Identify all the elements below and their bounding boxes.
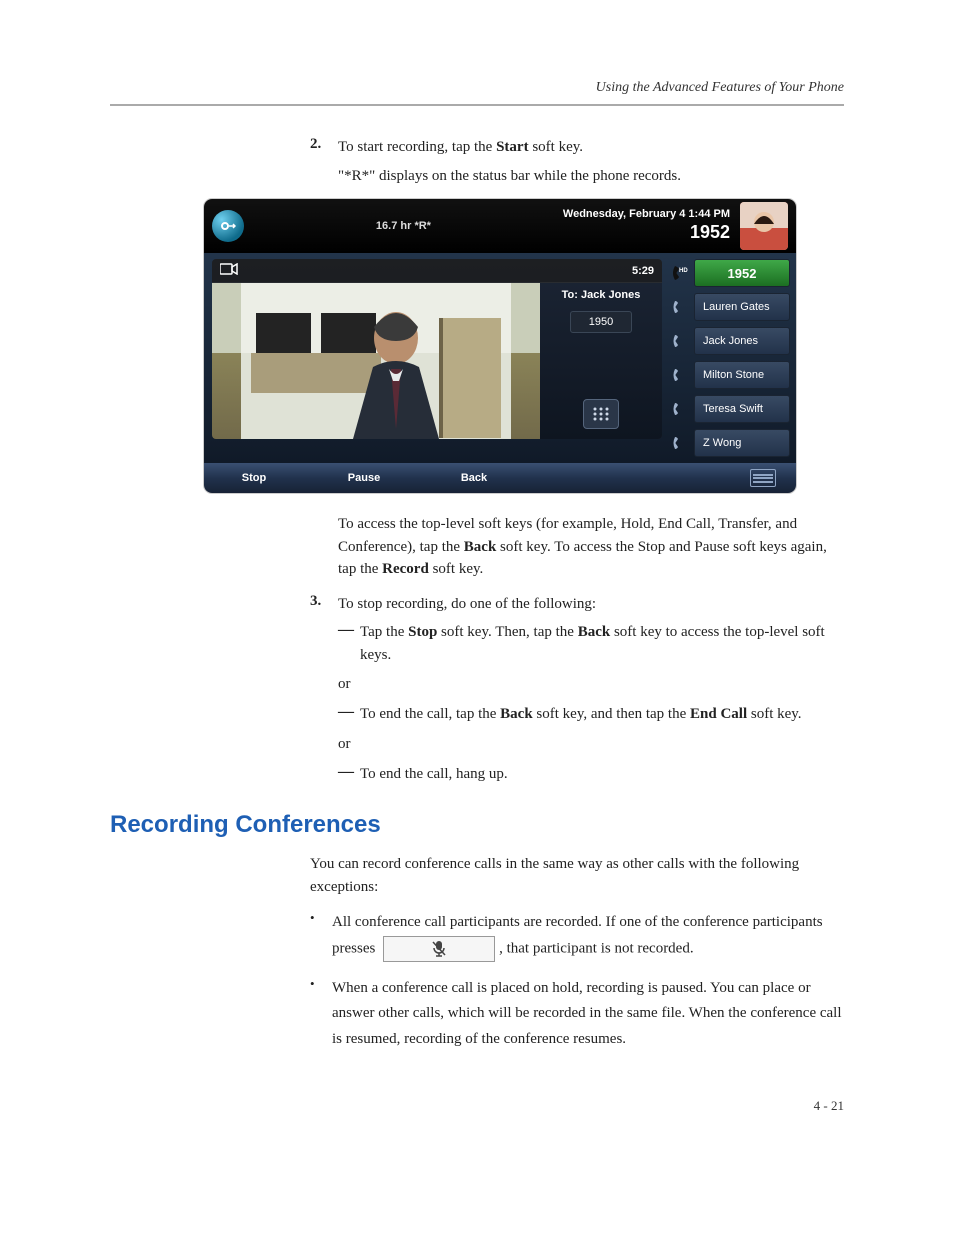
txt: To start recording, tap the <box>338 139 496 155</box>
step-3-option-3: — To end the call, hang up. <box>338 763 844 786</box>
svg-text:HD: HD <box>679 268 688 274</box>
txt: soft key. <box>529 139 583 155</box>
step-3: 3. To stop recording, do one of the foll… <box>310 593 844 616</box>
keypad-icon[interactable] <box>583 399 619 429</box>
dash-marker: — <box>338 703 360 726</box>
active-line-label: 1952 <box>694 259 790 287</box>
contact-name: Milton Stone <box>703 369 764 381</box>
phone-screenshot: 16.7 hr *R* Wednesday, February 4 1:44 P… <box>204 199 796 493</box>
extension-number: 1952 <box>563 221 730 244</box>
softkey-bar: Stop Pause Back <box>204 463 796 493</box>
handset-icon <box>670 298 688 316</box>
txt: , that participant is not recorded. <box>499 940 694 956</box>
dash-marker: — <box>338 621 360 666</box>
step-2-subtext: "*R*" displays on the status bar while t… <box>338 165 844 188</box>
bullet-text: When a conference call is placed on hold… <box>332 976 844 1053</box>
contact-name: Teresa Swift <box>703 403 763 415</box>
softkey-pause[interactable]: Pause <box>334 472 394 484</box>
conference-bullet-1: • All conference call participants are r… <box>310 910 844 962</box>
stop-keyword: Stop <box>408 624 437 640</box>
status-bar: 16.7 hr *R* Wednesday, February 4 1:44 P… <box>204 199 796 253</box>
call-info-panel: To: Jack Jones 1950 <box>540 283 662 439</box>
bullet-marker: • <box>310 910 332 962</box>
header-rule <box>110 104 844 106</box>
speed-dial-4[interactable]: Teresa Swift <box>670 395 790 423</box>
video-frame: 5:29 <box>212 259 662 439</box>
step-2: 2. To start recording, tap the Start sof… <box>310 136 844 159</box>
or-divider: or <box>338 736 844 753</box>
step-2-text: To start recording, tap the Start soft k… <box>338 136 583 159</box>
start-keyword: Start <box>496 139 529 155</box>
dash-marker: — <box>338 763 360 786</box>
conference-intro: You can record conference calls in the s… <box>310 853 844 898</box>
step-3-option-1: — Tap the Stop soft key. Then, tap the B… <box>338 621 844 666</box>
or-divider: or <box>338 676 844 693</box>
contact-name: Lauren Gates <box>703 301 770 313</box>
conference-bullet-2: • When a conference call is placed on ho… <box>310 976 844 1053</box>
softkey-stop[interactable]: Stop <box>224 472 284 484</box>
avatar <box>740 202 788 250</box>
txt: soft key. Then, tap the <box>437 624 577 640</box>
video-feed <box>212 283 540 439</box>
option-text: To end the call, tap the Back soft key, … <box>360 703 802 726</box>
end-call-keyword: End Call <box>690 706 747 722</box>
step-3-intro: To stop recording, do one of the followi… <box>338 593 596 616</box>
brand-logo-icon <box>212 210 244 242</box>
speed-dial-2[interactable]: Jack Jones <box>670 327 790 355</box>
page-number: 4 - 21 <box>110 1098 844 1114</box>
status-center: 16.7 hr *R* <box>244 220 563 232</box>
step-2-number: 2. <box>310 136 338 159</box>
handset-icon <box>670 434 688 452</box>
status-right: Wednesday, February 4 1:44 PM 1952 <box>563 207 730 245</box>
txt: Tap the <box>360 624 408 640</box>
handset-icon <box>670 332 688 350</box>
bullet-marker: • <box>310 976 332 1053</box>
video-area: 5:29 <box>204 253 670 463</box>
back-keyword: Back <box>464 539 497 555</box>
speed-dial-5[interactable]: Z Wong <box>670 429 790 457</box>
bullet-text: All conference call participants are rec… <box>332 910 844 962</box>
menu-icon[interactable] <box>750 469 776 487</box>
step-3-number: 3. <box>310 593 338 616</box>
to-number: 1950 <box>570 311 632 333</box>
camera-icon <box>220 263 238 278</box>
line-key-active[interactable]: HD 1952 <box>670 259 790 287</box>
back-keyword: Back <box>578 624 611 640</box>
running-header: Using the Advanced Features of Your Phon… <box>110 80 844 96</box>
softkey-back[interactable]: Back <box>444 472 504 484</box>
contact-name: Z Wong <box>703 437 741 449</box>
line-keys: HD 1952 Lauren Gates Jack Jones Milton S… <box>670 253 796 463</box>
mute-button-graphic <box>383 936 495 962</box>
back-keyword: Back <box>500 706 533 722</box>
call-timer: 5:29 <box>632 265 654 277</box>
speed-dial-1[interactable]: Lauren Gates <box>670 293 790 321</box>
hd-audio-icon: HD <box>670 264 688 282</box>
contact-name: Jack Jones <box>703 335 758 347</box>
screenshot-body: 5:29 <box>204 253 796 463</box>
handset-icon <box>670 366 688 384</box>
txt: To end the call, tap the <box>360 706 500 722</box>
step-3-option-2: — To end the call, tap the Back soft key… <box>338 703 844 726</box>
date-time: Wednesday, February 4 1:44 PM <box>563 207 730 221</box>
to-label: To: Jack Jones <box>562 289 641 301</box>
record-keyword: Record <box>382 561 429 577</box>
speed-dial-3[interactable]: Milton Stone <box>670 361 790 389</box>
txt: soft key. <box>747 706 801 722</box>
section-heading-recording-conferences: Recording Conferences <box>110 811 844 839</box>
video-content: To: Jack Jones 1950 <box>212 283 662 439</box>
post-screenshot-paragraph: To access the top-level soft keys (for e… <box>338 513 844 581</box>
option-text: Tap the Stop soft key. Then, tap the Bac… <box>360 621 844 666</box>
handset-icon <box>670 400 688 418</box>
txt: soft key. <box>429 561 483 577</box>
video-header: 5:29 <box>212 259 662 282</box>
txt: soft key, and then tap the <box>533 706 690 722</box>
option-text: To end the call, hang up. <box>360 763 508 786</box>
